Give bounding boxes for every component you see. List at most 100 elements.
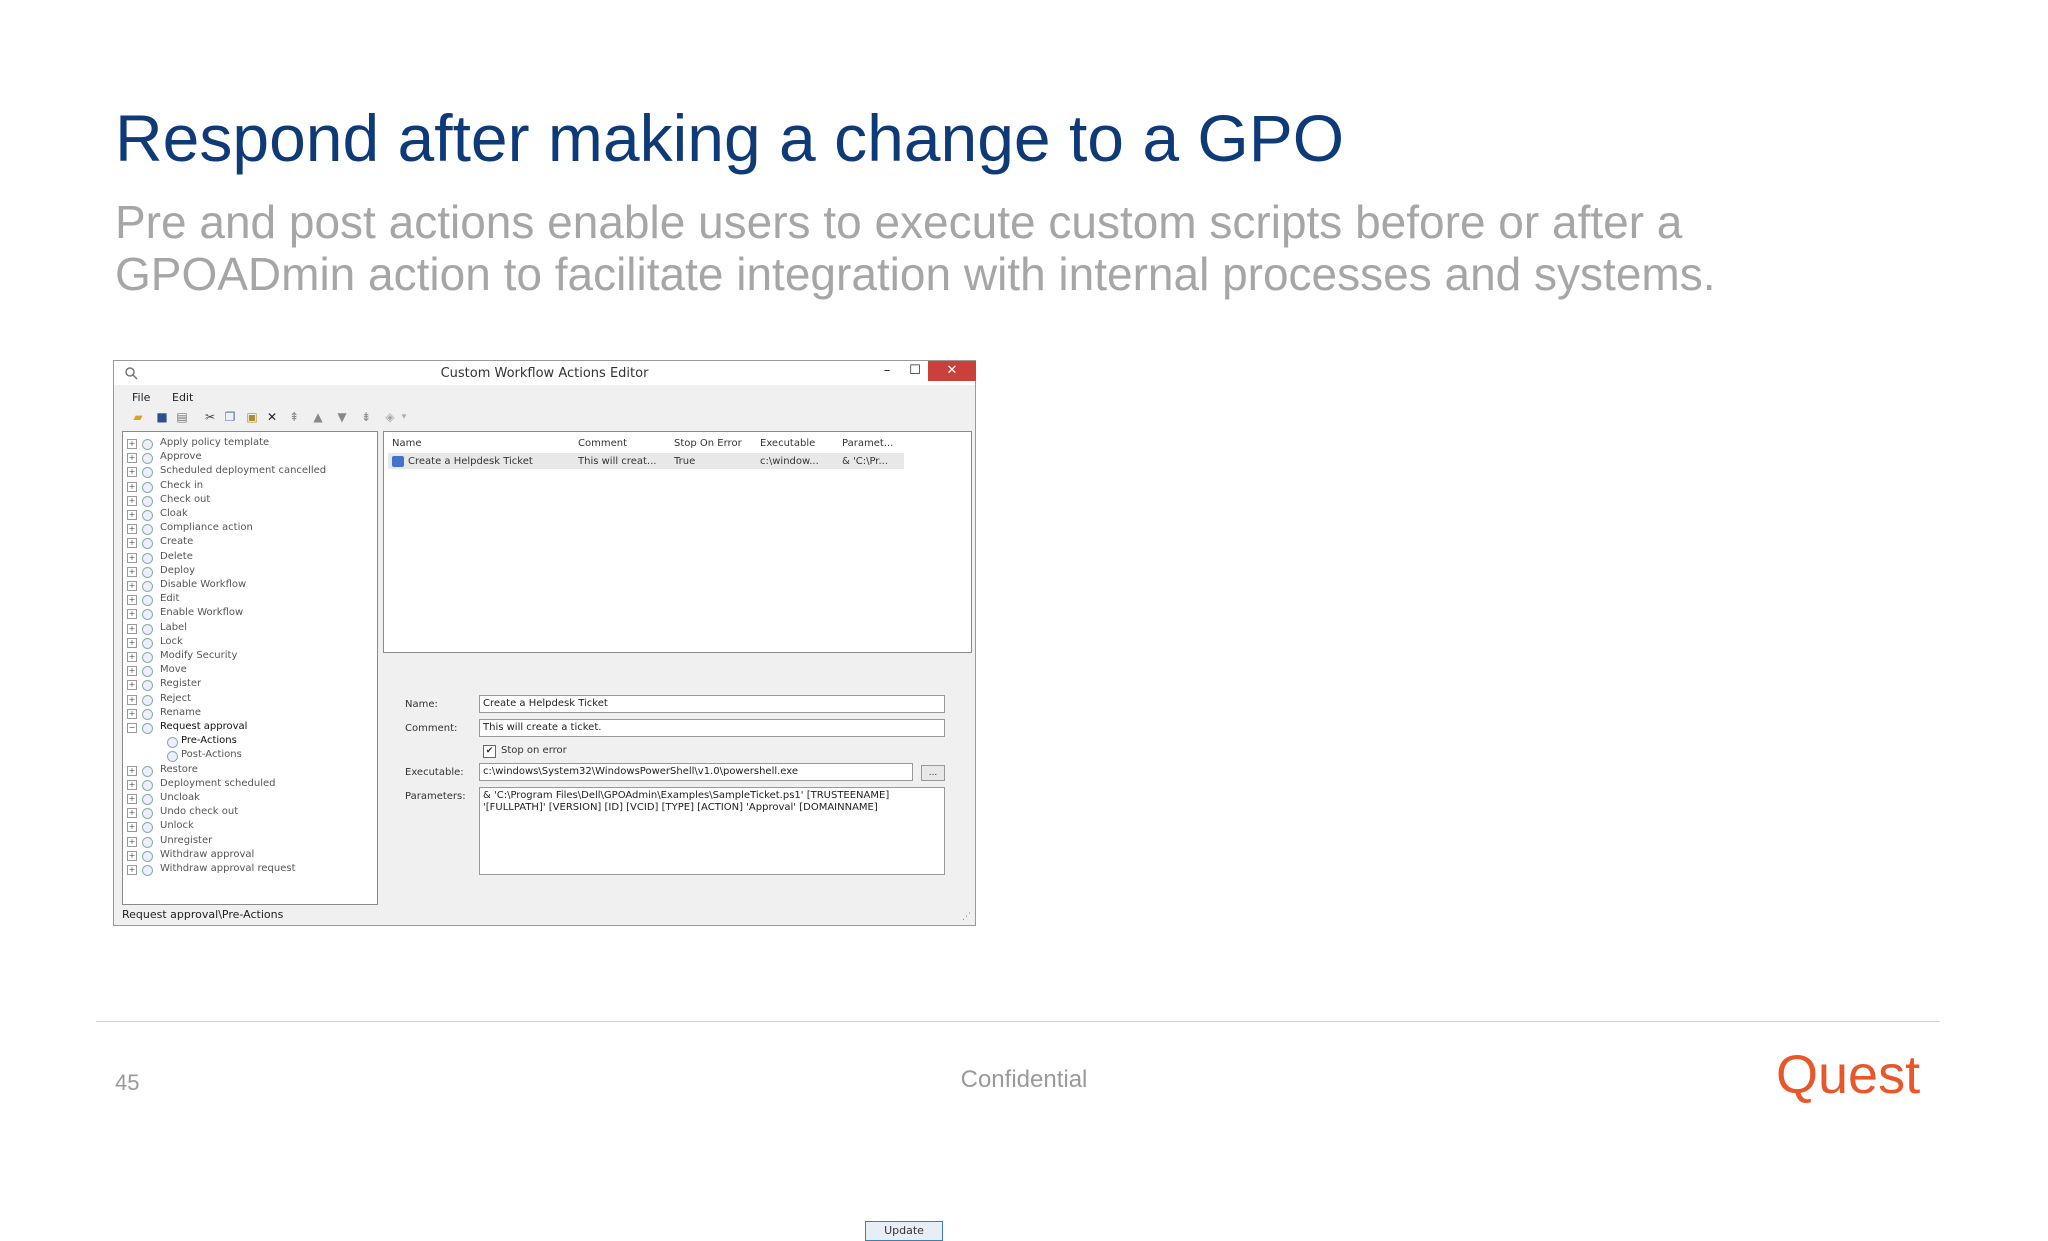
tree-item-label: Reject <box>160 692 192 704</box>
move-up-icon[interactable]: ▲ <box>310 409 326 425</box>
cell-name[interactable]: Create a Helpdesk Ticket <box>408 456 533 467</box>
workflow-node-icon <box>142 467 153 479</box>
expand-icon[interactable]: + <box>127 581 137 591</box>
actions-tree[interactable]: + Apply policy template + Approve + Scheduled… <box>122 431 378 905</box>
name-label: Name: <box>405 699 438 710</box>
workflow-node-icon <box>142 510 153 521</box>
expand-icon[interactable]: + <box>127 637 137 648</box>
expand-icon[interactable]: + <box>127 865 137 875</box>
expand-icon[interactable]: + <box>127 666 137 677</box>
expand-icon[interactable]: + <box>127 836 137 847</box>
action-details-form: Name: Create a Helpdesk Ticket Comment: … <box>383 657 972 1241</box>
parameters-field[interactable]: & 'C:\Program Files\Dell\GPOAdmin\Exampl… <box>479 787 945 875</box>
expand-icon[interactable]: + <box>127 680 137 691</box>
copy-icon[interactable]: ❐ <box>222 409 238 425</box>
move-down-icon[interactable]: ▼ <box>334 409 350 425</box>
workflow-node-icon <box>142 694 153 706</box>
move-top-icon[interactable]: ⇞ <box>286 409 302 425</box>
minimize-button[interactable]: – <box>874 361 900 381</box>
open-folder-icon[interactable]: ▰ <box>130 409 146 425</box>
expand-icon[interactable]: + <box>127 481 137 492</box>
expand-icon[interactable]: + <box>127 595 137 606</box>
update-button[interactable]: Update <box>865 1221 943 1241</box>
workflow-node-icon <box>142 666 153 678</box>
expand-icon[interactable]: + <box>127 510 137 520</box>
menu-edit[interactable]: Edit <box>172 391 193 404</box>
expand-icon[interactable]: + <box>127 439 137 449</box>
maximize-button[interactable]: ☐ <box>902 361 928 381</box>
expand-icon[interactable]: + <box>127 623 137 634</box>
expand-icon[interactable]: + <box>127 708 137 719</box>
cell-comment[interactable]: This will creat... <box>578 456 656 467</box>
column-header-comment[interactable]: Comment <box>578 438 627 449</box>
expand-icon[interactable]: + <box>127 552 137 563</box>
close-button[interactable]: ✕ <box>928 361 976 381</box>
window-titlebar: Custom Workflow Actions Editor – ☐ ✕ <box>114 361 976 385</box>
executable-field[interactable]: c:\windows\System32\WindowsPowerShell\v1… <box>479 763 913 781</box>
workflow-node-icon <box>142 538 153 550</box>
cell-executable[interactable]: c:\window... <box>760 456 819 467</box>
collapse-icon[interactable]: − <box>127 723 137 733</box>
paste-icon[interactable]: ▣ <box>244 409 260 425</box>
column-header-parameters[interactable]: Paramet... <box>842 438 893 449</box>
expand-icon[interactable]: + <box>127 538 137 549</box>
expand-icon[interactable]: + <box>127 453 137 464</box>
expand-icon[interactable]: + <box>127 822 137 833</box>
cut-icon[interactable]: ✂ <box>202 409 218 425</box>
menu-bar: File Edit <box>114 387 975 407</box>
workflow-node-icon <box>142 481 153 493</box>
menu-file[interactable]: File <box>132 391 150 404</box>
column-header-name[interactable]: Name <box>392 438 422 449</box>
tree-item-label: Scheduled deployment cancelled <box>160 465 327 477</box>
tree-item-label: Approve <box>160 451 202 463</box>
footer-divider <box>96 1021 1940 1022</box>
column-header-executable[interactable]: Executable <box>760 438 815 449</box>
workflow-node-icon <box>142 623 153 635</box>
expand-icon[interactable]: + <box>127 808 137 819</box>
tree-item-label: Withdraw approval <box>160 848 255 860</box>
subtitle-line-2: GPOADmin action to facilitate integratio… <box>115 248 1716 300</box>
tree-item-label: Modify Security <box>160 650 238 661</box>
comment-field[interactable]: This will create a ticket. <box>479 719 945 737</box>
workflow-node-icon <box>142 453 153 465</box>
workflow-node-icon <box>142 566 153 578</box>
subtitle-line-1: Pre and post actions enable users to exe… <box>115 196 1683 248</box>
slide-subtitle: Pre and post actions enable users to exe… <box>115 196 1935 300</box>
expand-icon[interactable]: + <box>127 524 137 535</box>
tree-item-label: Disable Workflow <box>160 579 247 590</box>
browse-button[interactable]: ... <box>921 765 945 781</box>
expand-icon[interactable]: + <box>127 779 137 790</box>
delete-icon[interactable]: ✕ <box>264 409 280 425</box>
expand-icon[interactable]: + <box>127 652 137 662</box>
expand-icon[interactable]: + <box>127 694 137 705</box>
tree-item-label: Pre-Actions <box>181 735 237 747</box>
cell-parameters[interactable]: & 'C:\Pr... <box>842 456 888 467</box>
expand-icon[interactable]: + <box>127 609 137 620</box>
expand-icon[interactable]: + <box>127 765 137 776</box>
tree-item-label: Restore <box>160 763 198 775</box>
expand-icon[interactable]: + <box>127 794 137 804</box>
resize-grip-icon[interactable]: ⋰ <box>962 912 971 922</box>
stop-on-error-label[interactable]: Stop on error <box>501 745 567 756</box>
workflow-node-icon <box>142 495 153 507</box>
tree-item-label: Delete <box>160 550 193 562</box>
tree-item-label: Deployment scheduled <box>160 777 276 789</box>
print-icon[interactable]: ▤ <box>174 409 190 425</box>
workflow-node-icon <box>142 581 153 592</box>
tree-item-label: Label <box>160 621 187 633</box>
expand-icon[interactable]: + <box>127 495 137 506</box>
cell-stop-on-error[interactable]: True <box>674 456 695 467</box>
stop-on-error-checkbox[interactable]: ✔ <box>483 745 496 758</box>
name-field[interactable]: Create a Helpdesk Ticket <box>479 695 945 713</box>
expand-icon[interactable]: + <box>127 467 137 478</box>
save-icon[interactable]: ■ <box>154 409 170 425</box>
move-bottom-icon[interactable]: ⇟ <box>358 409 374 425</box>
workflow-node-icon <box>142 794 153 805</box>
column-header-stop-on-error[interactable]: Stop On Error <box>674 438 742 449</box>
status-bar: Request approval\Pre-Actions <box>122 908 284 921</box>
chevron-down-icon[interactable]: ▾ <box>396 409 412 425</box>
tree-item-label: Uncloak <box>160 792 200 803</box>
expand-icon[interactable]: + <box>127 566 137 577</box>
svg-text:Quest: Quest <box>1776 1045 1920 1105</box>
expand-icon[interactable]: + <box>127 850 137 861</box>
